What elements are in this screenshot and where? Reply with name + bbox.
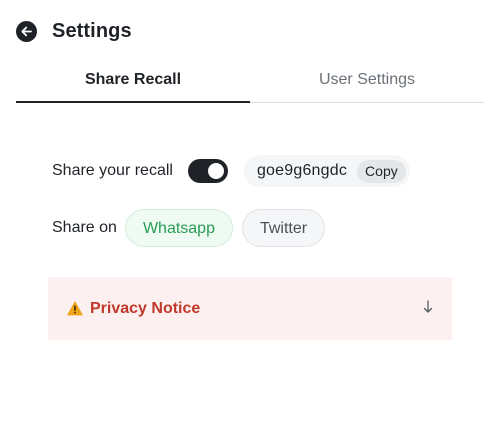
privacy-notice-accordion[interactable]: Privacy Notice	[48, 277, 452, 340]
share-code: goe9g6ngdc	[256, 162, 348, 179]
privacy-notice-title: Privacy Notice	[90, 299, 201, 317]
page-title: Settings	[52, 19, 132, 42]
tab-share-recall[interactable]: Share Recall	[16, 62, 250, 103]
tab-user-settings[interactable]: User Settings	[250, 62, 484, 102]
copy-button[interactable]: Copy	[357, 159, 406, 183]
share-whatsapp-button[interactable]: Whatsapp	[124, 209, 233, 247]
share-on-row: Share on Whatsapp Twitter	[52, 208, 326, 248]
share-recall-toggle[interactable]	[187, 159, 228, 183]
share-recall-row: Share your recall goe9g6ngdc Copy	[52, 155, 410, 187]
arrow-left-icon	[21, 26, 32, 36]
share-recall-label: Share your recall	[52, 162, 173, 179]
tab-bar: Share Recall User Settings	[16, 62, 484, 103]
warning-icon	[67, 301, 83, 316]
share-on-label: Share on	[52, 219, 117, 236]
back-button[interactable]	[16, 20, 37, 42]
share-code-pill: goe9g6ngdc Copy	[243, 155, 410, 187]
toggle-knob	[207, 163, 224, 179]
page-header: Settings	[16, 18, 132, 44]
share-twitter-button[interactable]: Twitter	[241, 209, 326, 247]
arrow-down-icon[interactable]	[422, 299, 434, 315]
